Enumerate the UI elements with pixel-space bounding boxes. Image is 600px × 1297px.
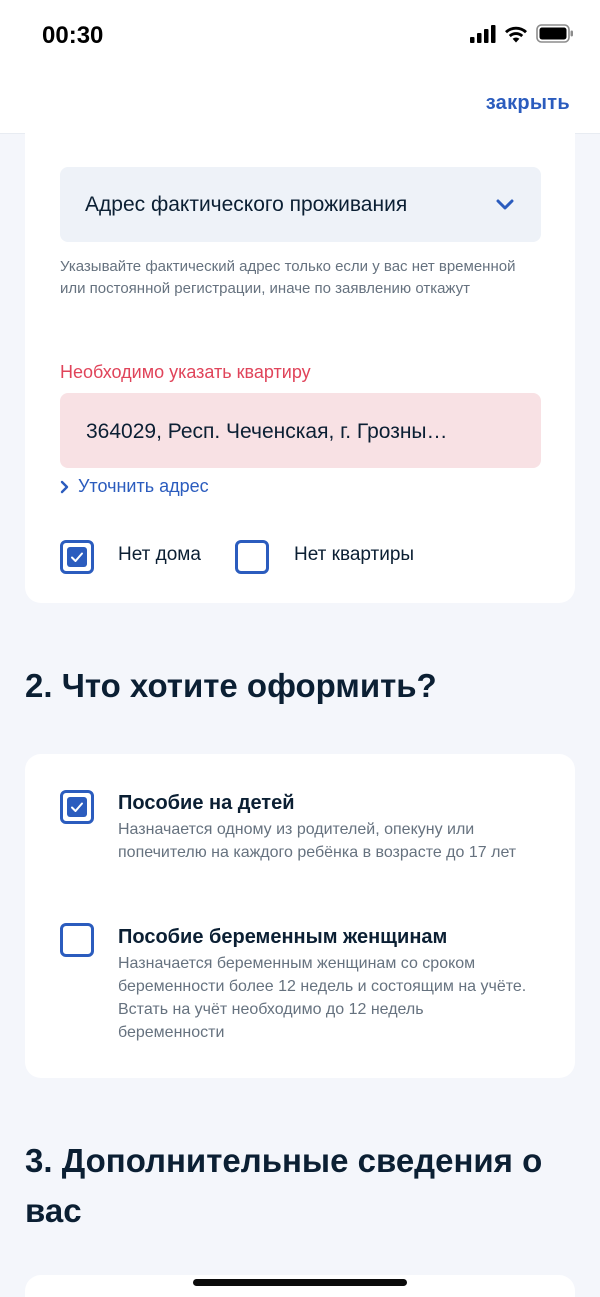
wifi-icon bbox=[505, 26, 527, 42]
address-input[interactable]: 364029, Респ. Чеченская, г. Грозны… bbox=[60, 393, 541, 468]
no-house-checkbox[interactable] bbox=[60, 540, 94, 574]
checkmark-icon bbox=[71, 552, 83, 562]
child-benefit-checkbox[interactable] bbox=[60, 790, 94, 824]
child-benefit-description: Назначается одному из родителей, опекуну… bbox=[118, 821, 517, 861]
address-type-value: Адрес фактического проживания bbox=[85, 193, 408, 216]
refine-address-label: Уточнить адрес bbox=[78, 476, 209, 496]
cellular-signal-icon bbox=[470, 24, 496, 43]
address-value: 364029, Респ. Чеченская, г. Грозны… bbox=[86, 420, 448, 443]
address-card: Адрес фактического проживания Указывайте… bbox=[25, 120, 575, 603]
status-time: 00:30 bbox=[42, 22, 104, 49]
benefit-options-card: Пособие на детей Назначается одному из р… bbox=[25, 754, 575, 1078]
no-apartment-label[interactable]: Нет квартиры bbox=[294, 544, 414, 566]
close-link[interactable]: закрыть bbox=[486, 92, 570, 115]
child-benefit-title[interactable]: Пособие на детей bbox=[118, 792, 295, 815]
chevron-right-icon bbox=[60, 480, 69, 493]
chevron-down-icon bbox=[496, 199, 514, 210]
checkmark-icon bbox=[71, 802, 83, 812]
pregnancy-benefit-title[interactable]: Пособие беременным женщинам bbox=[118, 926, 447, 949]
pregnancy-benefit-checkbox[interactable] bbox=[60, 923, 94, 957]
status-bar: 00:30 bbox=[0, 0, 600, 70]
pregnancy-benefit-description: Назначается беременным женщинам со сроко… bbox=[118, 955, 527, 1041]
address-hint: Указывайте фактический адрес только если… bbox=[60, 258, 516, 297]
section-2-title: 2. Что хотите оформить? bbox=[25, 667, 437, 704]
battery-icon bbox=[536, 24, 573, 43]
status-icons bbox=[470, 24, 574, 43]
address-type-select[interactable]: Адрес фактического проживания bbox=[60, 167, 541, 242]
no-house-label[interactable]: Нет дома bbox=[118, 544, 201, 566]
refine-address-link[interactable]: Уточнить адрес bbox=[60, 476, 209, 497]
home-indicator bbox=[193, 1279, 407, 1286]
section-3-title: 3. Дополнительные сведения о вас bbox=[25, 1142, 543, 1229]
error-message: Необходимо указать квартиру bbox=[60, 362, 311, 382]
no-apartment-checkbox[interactable] bbox=[235, 540, 269, 574]
